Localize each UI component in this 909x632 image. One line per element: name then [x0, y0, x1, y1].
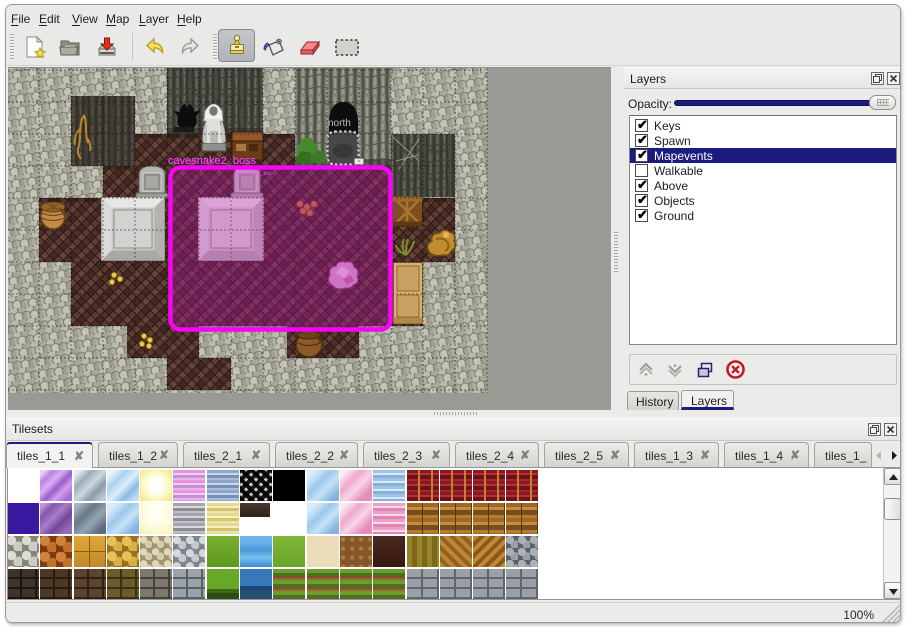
svg-text:cavesnake2_boss: cavesnake2_boss: [168, 155, 257, 167]
svg-text:north: north: [328, 118, 351, 129]
svg-text:cavesnake2_bos: cavesnake2_bos: [234, 171, 272, 177]
